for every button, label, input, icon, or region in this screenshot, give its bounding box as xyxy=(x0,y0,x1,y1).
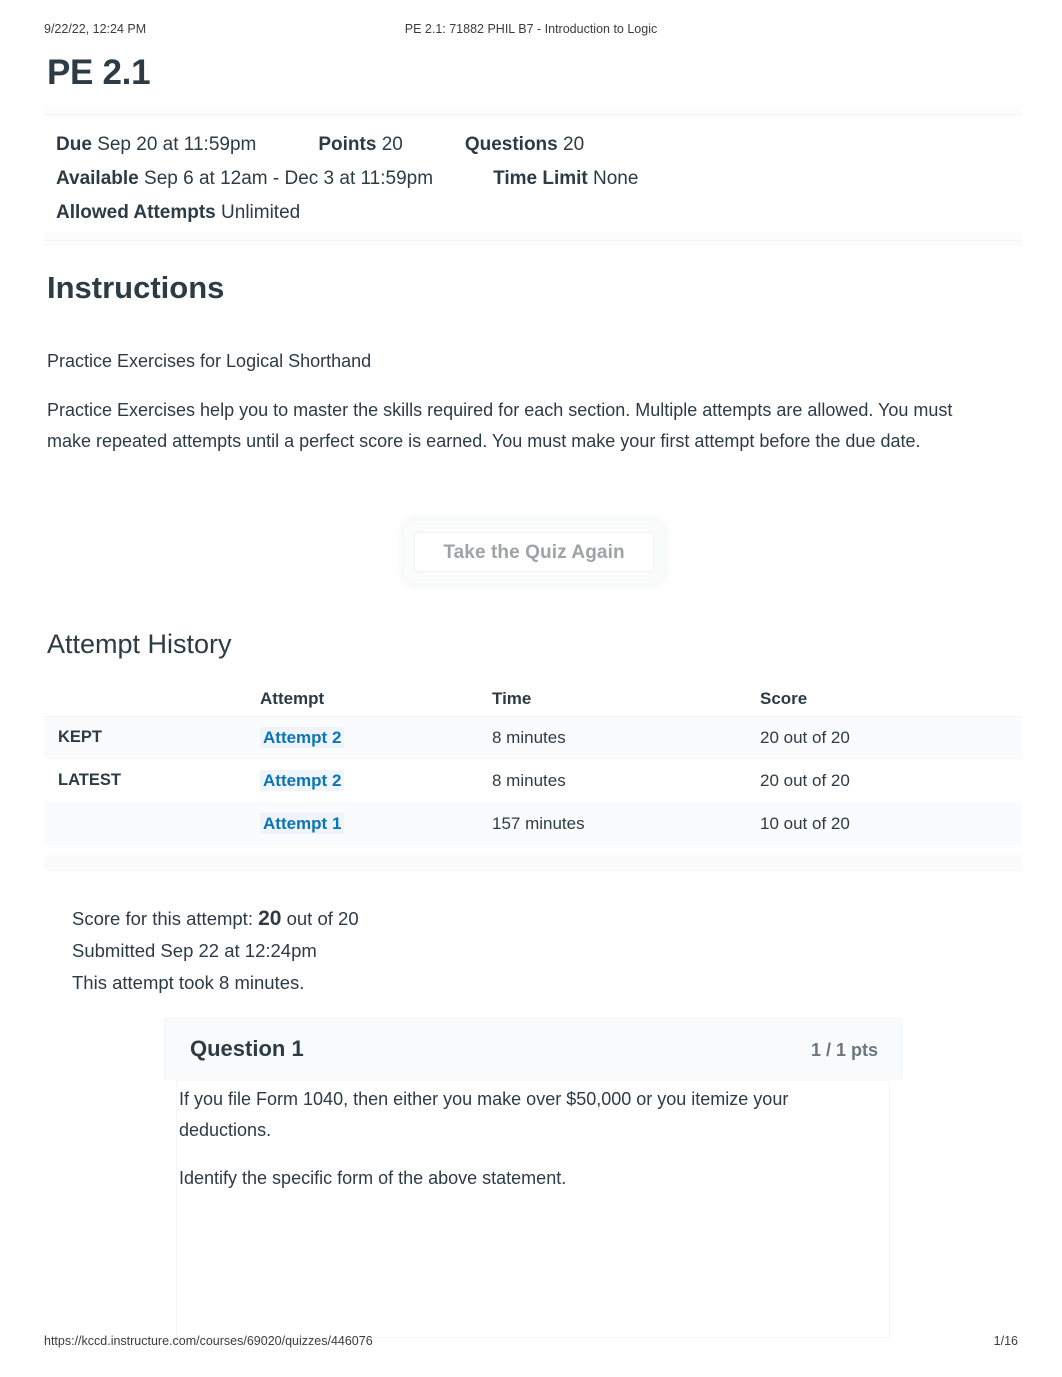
footer-page-number: 1/16 xyxy=(993,1334,1018,1348)
table-header-row: Attempt Time Score xyxy=(44,684,1022,716)
quiz-meta-list: Due Sep 20 at 11:59pm Points 20 Questions … xyxy=(56,128,1016,230)
allowed-attempts-label: Allowed Attempts xyxy=(56,202,216,223)
column-header-score: Score xyxy=(760,689,808,708)
attempt-history-table: Attempt Time Score KEPT Attempt 2 8 minu… xyxy=(44,684,1022,845)
question-title: Question 1 xyxy=(190,1036,304,1061)
table-row: LATEST Attempt 2 8 minutes 20 out of 20 xyxy=(44,759,1022,802)
score-value: 20 xyxy=(258,907,282,930)
footer-url: https://kccd.instructure.com/courses/690… xyxy=(44,1334,373,1348)
row-time: 157 minutes xyxy=(492,814,585,833)
available-value: Sep 6 at 12am - Dec 3 at 11:59pm xyxy=(144,168,434,189)
available-label: Available xyxy=(56,168,139,189)
allowed-attempts-item: Allowed Attempts Unlimited xyxy=(56,196,300,230)
row-attempt: Attempt 2 xyxy=(260,716,345,759)
question-points-badge: 1 / 1 pts xyxy=(810,1040,878,1060)
retake-quiz-container: Take the Quiz Again xyxy=(404,521,664,583)
instructions-heading: Instructions xyxy=(47,270,225,305)
column-header-time: Time xyxy=(492,689,532,708)
row-attempt: Attempt 1 xyxy=(260,802,345,845)
meta-band-bottom xyxy=(44,232,1022,246)
table-row: KEPT Attempt 2 8 minutes 20 out of 20 xyxy=(44,716,1022,759)
meta-divider-bottom xyxy=(44,240,1022,241)
duration-line: This attempt took 8 minutes. xyxy=(72,972,305,993)
attempt-history-bottom-band xyxy=(44,855,1022,871)
score-line: Score for this attempt: 20 out of 20 xyxy=(72,903,359,935)
row-score: 10 out of 20 xyxy=(760,814,850,833)
due-label: Due xyxy=(56,134,92,155)
time-limit-label: Time Limit xyxy=(493,168,588,189)
attempt-score-summary: Score for this attempt: 20 out of 20 Sub… xyxy=(72,903,359,999)
meta-divider-top xyxy=(44,114,1022,115)
print-header: 9/22/22, 12:24 PM PE 2.1: 71882 PHIL B7 … xyxy=(0,22,1062,42)
row-time: 8 minutes xyxy=(492,728,566,747)
score-prefix: Score for this attempt: xyxy=(72,908,253,929)
take-the-quiz-again-button[interactable]: Take the Quiz Again xyxy=(414,532,654,572)
instructions-subtitle: Practice Exercises for Logical Shorthand xyxy=(47,351,372,371)
available-item: Available Sep 6 at 12am - Dec 3 at 11:59… xyxy=(56,162,433,196)
due-item: Due Sep 20 at 11:59pm xyxy=(56,128,256,162)
row-flag: LATEST xyxy=(58,771,121,789)
score-suffix: out of 20 xyxy=(286,908,359,929)
question-statement: If you file Form 1040, then either you m… xyxy=(179,1089,789,1140)
attempt-link[interactable]: Attempt 1 xyxy=(260,813,345,834)
row-flag: KEPT xyxy=(58,728,103,746)
points-label: Points xyxy=(318,134,377,155)
page-title: PE 2.1 xyxy=(47,53,151,92)
row-attempt: Attempt 2 xyxy=(260,759,345,802)
time-limit-item: Time Limit None xyxy=(493,162,638,196)
attempt-link[interactable]: Attempt 2 xyxy=(260,727,345,748)
questions-label: Questions xyxy=(464,134,558,155)
points-value: 20 xyxy=(381,134,403,155)
print-footer: https://kccd.instructure.com/courses/690… xyxy=(0,1334,1062,1352)
points-item: Points 20 xyxy=(318,128,402,162)
row-time: 8 minutes xyxy=(492,771,566,790)
question-text: If you file Form 1040, then either you m… xyxy=(179,1084,851,1194)
attempt-history-heading: Attempt History xyxy=(47,629,232,659)
row-score: 20 out of 20 xyxy=(760,771,850,790)
question-prompt: Identify the specific form of the above … xyxy=(179,1168,567,1188)
allowed-attempts-value: Unlimited xyxy=(221,202,301,223)
row-score: 20 out of 20 xyxy=(760,728,850,747)
attempt-link[interactable]: Attempt 2 xyxy=(260,770,345,791)
question-card: Question 1 1 / 1 pts If you file Form 10… xyxy=(164,1018,902,1338)
column-header-attempt: Attempt xyxy=(260,689,325,708)
submitted-line: Submitted Sep 22 at 12:24pm xyxy=(72,940,317,961)
quiz-meta-row-3: Allowed Attempts Unlimited xyxy=(56,196,1016,230)
questions-value: 20 xyxy=(563,134,585,155)
instructions-paragraph: Practice Exercises help you to master th… xyxy=(47,400,953,451)
print-header-title: PE 2.1: 71882 PHIL B7 - Introduction to … xyxy=(404,22,658,36)
table-row: Attempt 1 157 minutes 10 out of 20 xyxy=(44,802,1022,845)
time-limit-value: None xyxy=(593,168,639,189)
quiz-meta-row-2: Available Sep 6 at 12am - Dec 3 at 11:59… xyxy=(56,162,1016,196)
due-value: Sep 20 at 11:59pm xyxy=(97,134,257,155)
quiz-meta-row-1: Due Sep 20 at 11:59pm Points 20 Questions … xyxy=(56,128,1016,162)
questions-item: Questions 20 xyxy=(465,128,584,162)
